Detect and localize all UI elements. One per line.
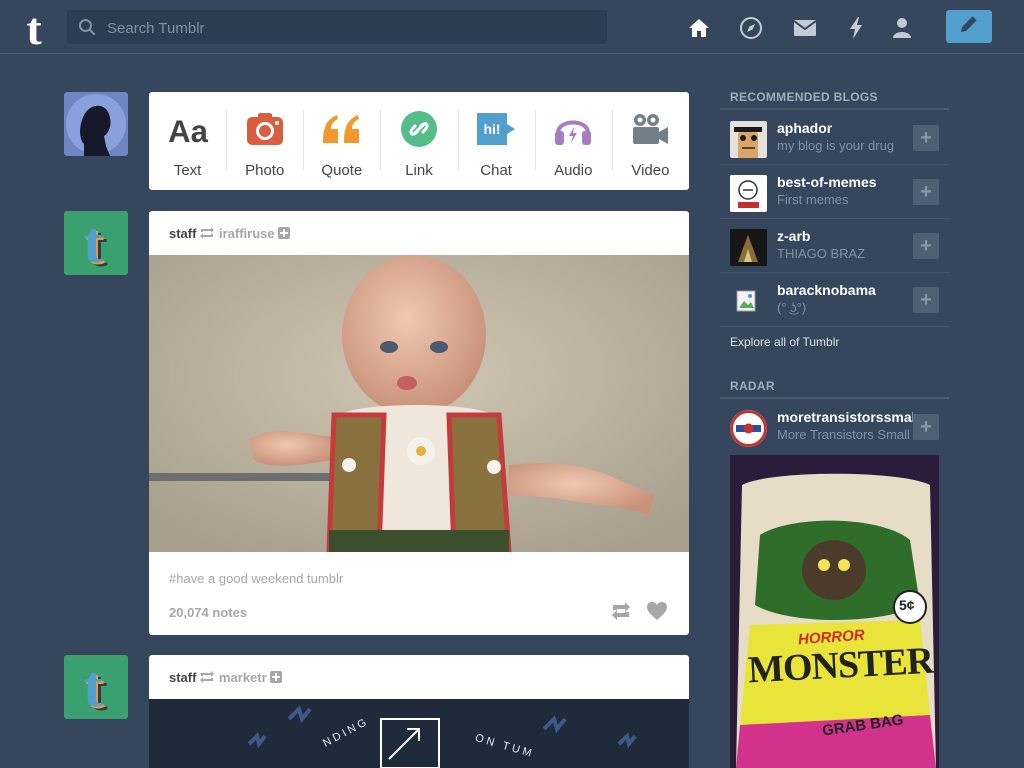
- quote-icon: [321, 108, 363, 150]
- post-notes-count[interactable]: 20,074 notes: [169, 605, 247, 620]
- text-icon: Aa: [167, 108, 209, 150]
- blog-name[interactable]: moretransistorssmall: [777, 409, 913, 425]
- follow-plus-icon[interactable]: +: [913, 179, 939, 205]
- reblog-source[interactable]: marketr: [219, 670, 267, 685]
- blog-name[interactable]: best-of-memes: [777, 174, 877, 190]
- post-type-label: Text: [173, 162, 202, 179]
- link-icon: [398, 108, 440, 150]
- user-avatar[interactable]: [64, 92, 128, 156]
- post-type-label: Link: [405, 162, 433, 179]
- search-input[interactable]: [105, 10, 589, 46]
- follow-plus-icon[interactable]: +: [913, 233, 939, 259]
- blog-subtitle: (° ͜ʖ°): [777, 300, 807, 315]
- post-type-chat[interactable]: hi! Chat: [457, 92, 535, 190]
- blog-name[interactable]: aphador: [777, 120, 832, 136]
- post-type-bar: Aa Text Photo Quote Link hi! Chat Audio: [149, 92, 689, 190]
- camera-icon: [244, 108, 286, 150]
- explore-all-link[interactable]: Explore all of Tumblr: [730, 335, 839, 349]
- recommended-blog-item[interactable]: z-arb THIAGO BRAZ +: [720, 219, 949, 273]
- radar-post-image[interactable]: 5¢ HORROR MONSTERS GRAB BAG: [730, 455, 939, 768]
- follow-plus-icon[interactable]: [278, 227, 290, 239]
- recommended-blog-item[interactable]: best-of-memes First memes +: [720, 165, 949, 219]
- follow-plus-icon[interactable]: +: [913, 125, 939, 151]
- reblog-source[interactable]: iraffiruse: [219, 226, 275, 241]
- post-blog-name[interactable]: staff: [169, 226, 196, 241]
- post-type-text[interactable]: Aa Text: [149, 92, 226, 190]
- reblog-small-icon: [199, 670, 215, 684]
- svg-text:t: t: [83, 655, 103, 719]
- follow-plus-icon[interactable]: +: [913, 287, 939, 313]
- recommended-blog-item[interactable]: baracknobama (° ͜ʖ°) +: [720, 273, 949, 327]
- post-type-label: Chat: [480, 162, 512, 179]
- pencil-icon: [958, 13, 980, 40]
- post-type-link[interactable]: Link: [380, 92, 457, 190]
- post-type-photo[interactable]: Photo: [226, 92, 303, 190]
- post-header: staff iraffiruse: [149, 211, 689, 255]
- post-tags[interactable]: #have a good weekend tumblr: [169, 571, 343, 586]
- staff-avatar[interactable]: t t t: [64, 211, 128, 275]
- blog-avatar[interactable]: [730, 410, 767, 447]
- reblog-icon[interactable]: [610, 600, 632, 622]
- activity-icon[interactable]: [841, 13, 871, 43]
- blog-subtitle: THIAGO BRAZ: [777, 246, 866, 261]
- sidebar-divider: [720, 108, 949, 110]
- headphones-icon: [552, 108, 594, 150]
- post-type-label: Quote: [321, 162, 363, 179]
- blog-avatar[interactable]: [730, 121, 767, 158]
- reblog-small-icon: [199, 226, 215, 240]
- svg-text:Aa: Aa: [168, 114, 208, 149]
- post-type-label: Audio: [554, 162, 593, 179]
- sidebar-divider: [720, 397, 949, 399]
- image-text-price: 5¢: [899, 597, 915, 613]
- post-photo[interactable]: [149, 255, 689, 555]
- like-heart-icon[interactable]: [646, 600, 668, 622]
- home-icon[interactable]: [684, 13, 714, 43]
- video-camera-icon: [629, 108, 671, 150]
- svg-text:t: t: [26, 6, 42, 50]
- blog-subtitle: More Transistors Small: [777, 427, 909, 442]
- account-icon[interactable]: [887, 13, 917, 43]
- chat-icon: hi!: [475, 108, 517, 150]
- blog-subtitle: my blog is your drug: [777, 138, 895, 153]
- blog-name[interactable]: z-arb: [777, 228, 810, 244]
- post-type-video[interactable]: Video: [611, 92, 689, 190]
- post-card: staff iraffiruse #have a good weekend tu…: [149, 211, 689, 635]
- post-card: staff marketr NDING ON TUM: [149, 655, 689, 768]
- radar-title: RADAR: [730, 379, 775, 393]
- post-type-label: Video: [631, 162, 670, 179]
- tumblr-logo-icon[interactable]: t: [14, 3, 54, 54]
- search-icon: [78, 18, 96, 36]
- staff-avatar[interactable]: t t t: [64, 655, 128, 719]
- post-type-label: Photo: [245, 162, 285, 179]
- top-bar: t: [0, 0, 1024, 54]
- post-blog-name[interactable]: staff: [169, 670, 196, 685]
- post-type-quote[interactable]: Quote: [303, 92, 380, 190]
- explore-icon[interactable]: [736, 13, 766, 43]
- blog-name[interactable]: baracknobama: [777, 282, 876, 298]
- compose-button[interactable]: [946, 10, 992, 43]
- search-box[interactable]: [67, 10, 607, 46]
- blog-subtitle: First memes: [777, 192, 849, 207]
- post-banner-image[interactable]: NDING ON TUM: [149, 699, 689, 768]
- broken-image-icon[interactable]: [730, 283, 767, 320]
- svg-text:t: t: [83, 211, 103, 275]
- blog-avatar[interactable]: [730, 175, 767, 212]
- post-header: staff marketr: [149, 655, 689, 699]
- radar-blog-item[interactable]: moretransistorssmall More Transistors Sm…: [720, 400, 949, 454]
- follow-plus-icon[interactable]: [270, 671, 282, 683]
- svg-text:hi!: hi!: [484, 121, 501, 137]
- post-type-audio[interactable]: Audio: [534, 92, 612, 190]
- follow-plus-icon[interactable]: +: [913, 414, 939, 440]
- blog-avatar[interactable]: [730, 229, 767, 266]
- inbox-icon[interactable]: [790, 13, 820, 43]
- recommended-blog-item[interactable]: aphador my blog is your drug +: [720, 111, 949, 165]
- recommended-blogs-title: RECOMMENDED BLOGS: [730, 90, 878, 104]
